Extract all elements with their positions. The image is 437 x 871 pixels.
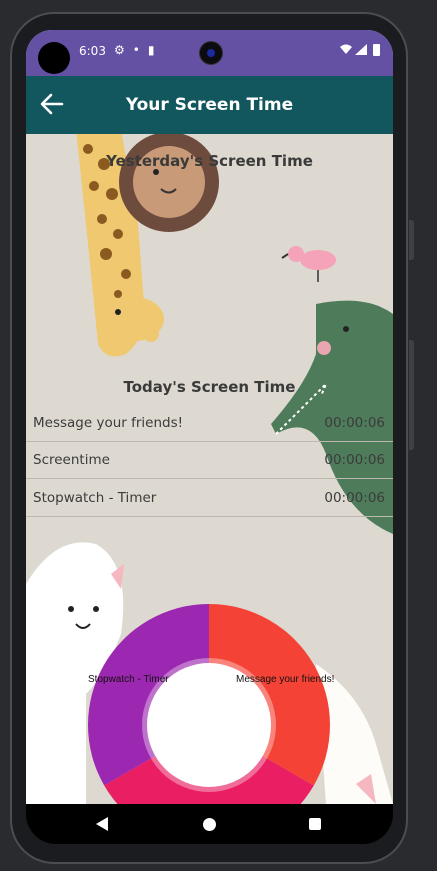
navigation-bar	[26, 804, 393, 844]
back-triangle-icon[interactable]	[96, 817, 108, 831]
donut-slice-label: Message your friends!	[236, 674, 335, 685]
power-button	[409, 340, 414, 450]
recents-square-icon[interactable]	[309, 818, 321, 830]
donut-slice-label: Stopwatch - Timer	[88, 674, 169, 685]
screen-time-donut-chart	[88, 604, 330, 804]
screen: 6:03 ⚙•▮ Your Screen Time Yesterday's Sc…	[26, 30, 393, 804]
home-circle-icon[interactable]	[203, 818, 216, 831]
volume-button	[409, 220, 414, 260]
